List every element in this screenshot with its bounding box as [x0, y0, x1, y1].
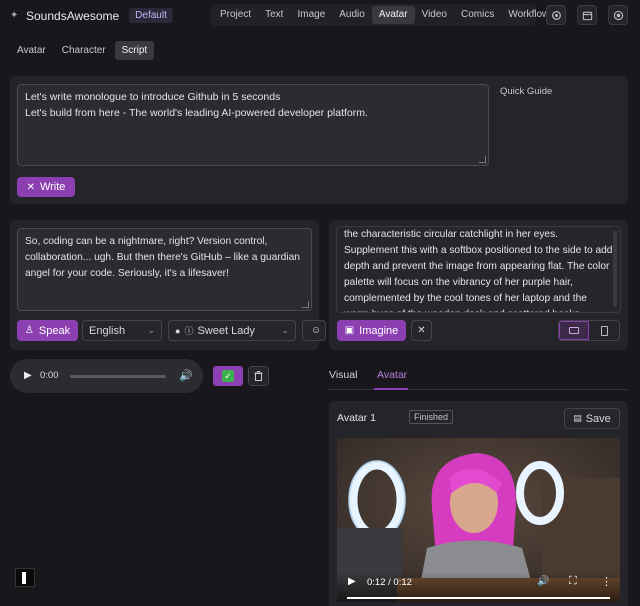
language-value: English — [89, 324, 126, 337]
landscape-icon — [569, 327, 580, 334]
script-input[interactable]: So, coding can be a nightmare, right? Ve… — [17, 228, 312, 311]
info-icon: ⓘ — [184, 326, 194, 336]
settings-button[interactable] — [546, 5, 566, 25]
sparkle-icon: ✦ — [10, 9, 19, 21]
cursor-indicator — [15, 568, 35, 587]
workspace-badge[interactable]: Default — [129, 8, 173, 23]
avatar-video[interactable]: ▶ 0:12 / 0:12 🔊 ⛶ ⋮ — [337, 438, 620, 602]
brand-name: SoundsAwesome — [26, 8, 120, 23]
tab-script[interactable]: Script — [114, 41, 155, 60]
image-prompt-text: the characteristic circular catchlight i… — [344, 229, 613, 312]
magic-wand-icon: ✕ — [26, 181, 35, 193]
landscape-option[interactable] — [559, 321, 590, 340]
more-options-icon[interactable]: ⋮ — [601, 575, 612, 588]
brand[interactable]: ✦ SoundsAwesome Default — [10, 8, 173, 23]
sub-tabs: Avatar Character Script — [10, 41, 155, 60]
volume-icon[interactable]: 🔊 — [179, 369, 193, 382]
fullscreen-icon[interactable]: ⛶ — [569, 575, 577, 588]
language-select[interactable]: English ⌄ — [82, 320, 162, 341]
prompt-panel: Let's write monologue to introduce Githu… — [10, 76, 628, 204]
voice-select-content: ● ⓘ Sweet Lady — [175, 324, 255, 337]
orientation-toggle — [558, 320, 620, 341]
imagine-button[interactable]: ▣ Imagine — [337, 320, 406, 341]
target-button[interactable] — [608, 5, 628, 25]
cursor-bar-icon — [22, 572, 26, 584]
audio-time: 0:00 — [40, 370, 59, 381]
magic-button[interactable]: ✕ — [411, 320, 432, 341]
speak-button[interactable]: ♙ Speak — [17, 320, 78, 341]
delete-button[interactable] — [248, 366, 269, 386]
tab-avatar[interactable]: Avatar — [10, 41, 53, 60]
audio-player: ▶ 0:00 🔊 — [10, 359, 203, 393]
top-bar: ✦ SoundsAwesome Default Project Text Ima… — [0, 0, 640, 32]
image-prompt-input[interactable]: the characteristic circular catchlight i… — [336, 226, 621, 313]
nav-audio[interactable]: Audio — [332, 6, 372, 24]
resize-grip-icon[interactable] — [302, 301, 309, 308]
smile-icon: ☺ — [311, 325, 322, 336]
checkmark-icon: ✓ — [222, 370, 234, 382]
tab-character[interactable]: Character — [55, 41, 113, 60]
prompt-line-2: Let's build from here - The world's lead… — [25, 106, 368, 119]
save-icon: ▤ — [573, 413, 582, 423]
prompt-input[interactable]: Let's write monologue to introduce Githu… — [17, 84, 489, 166]
speaker-person-icon: ♙ — [24, 325, 34, 336]
script-text: So, coding can be a nightmare, right? Ve… — [25, 236, 300, 279]
tab-visual[interactable]: Visual — [329, 369, 357, 381]
tab-avatar-result[interactable]: Avatar — [377, 369, 407, 381]
nav-project[interactable]: Project — [213, 6, 258, 24]
portrait-option[interactable] — [589, 321, 619, 340]
main-nav: Project Text Image Audio Avatar Video Co… — [211, 4, 549, 26]
nav-video[interactable]: Video — [415, 6, 454, 24]
magic-wand-icon: ✕ — [417, 325, 426, 336]
active-tab-indicator — [374, 388, 408, 390]
video-play-icon[interactable]: ▶ — [348, 576, 356, 587]
save-label: Save — [585, 412, 611, 425]
result-tabs: Visual Avatar — [329, 362, 628, 390]
calendar-button[interactable] — [577, 5, 597, 25]
chevron-down-icon: ⌄ — [281, 325, 289, 335]
nav-text[interactable]: Text — [258, 6, 290, 24]
quick-guide-label[interactable]: Quick Guide — [500, 86, 552, 97]
portrait-icon — [600, 325, 608, 336]
scrollbar[interactable] — [613, 231, 617, 307]
chevron-down-icon: ⌄ — [147, 325, 155, 335]
video-time: 0:12 / 0:12 — [367, 577, 412, 588]
video-volume-icon[interactable]: 🔊 — [537, 576, 549, 587]
video-controls: ▶ 0:12 / 0:12 🔊 ⛶ ⋮ — [337, 572, 620, 602]
write-button[interactable]: ✕ Write — [17, 177, 75, 197]
status-badge: Finished — [409, 410, 454, 424]
confirm-button[interactable]: ✓ — [213, 366, 243, 386]
video-progress-fill — [347, 597, 610, 599]
speak-label: Speak — [38, 324, 71, 337]
save-button[interactable]: ▤ Save — [564, 408, 620, 429]
play-circle-icon: ● — [175, 325, 181, 336]
emotion-button[interactable]: ☺ E — [302, 320, 326, 341]
calendar-icon — [582, 11, 592, 20]
emotion-label: E — [324, 325, 325, 337]
voice-value: Sweet Lady — [197, 324, 255, 337]
voice-select[interactable]: ● ⓘ Sweet Lady ⌄ — [168, 320, 296, 341]
image-icon: ▣ — [344, 325, 355, 336]
avatar-title: Avatar 1 — [337, 412, 376, 424]
resize-grip-icon[interactable] — [479, 156, 486, 163]
play-icon[interactable]: ▶ — [24, 370, 32, 381]
write-label: Write — [39, 181, 66, 193]
imagine-label: Imagine — [359, 324, 399, 337]
nav-comics[interactable]: Comics — [454, 6, 501, 24]
prompt-line-1: Let's write monologue to introduce Githu… — [25, 91, 281, 103]
audio-progress[interactable] — [70, 375, 166, 378]
nav-image[interactable]: Image — [290, 6, 332, 24]
target-icon — [613, 10, 623, 20]
trash-icon — [254, 371, 263, 381]
settings-icon — [551, 10, 561, 20]
video-progress[interactable] — [347, 597, 610, 599]
nav-avatar[interactable]: Avatar — [371, 6, 415, 24]
